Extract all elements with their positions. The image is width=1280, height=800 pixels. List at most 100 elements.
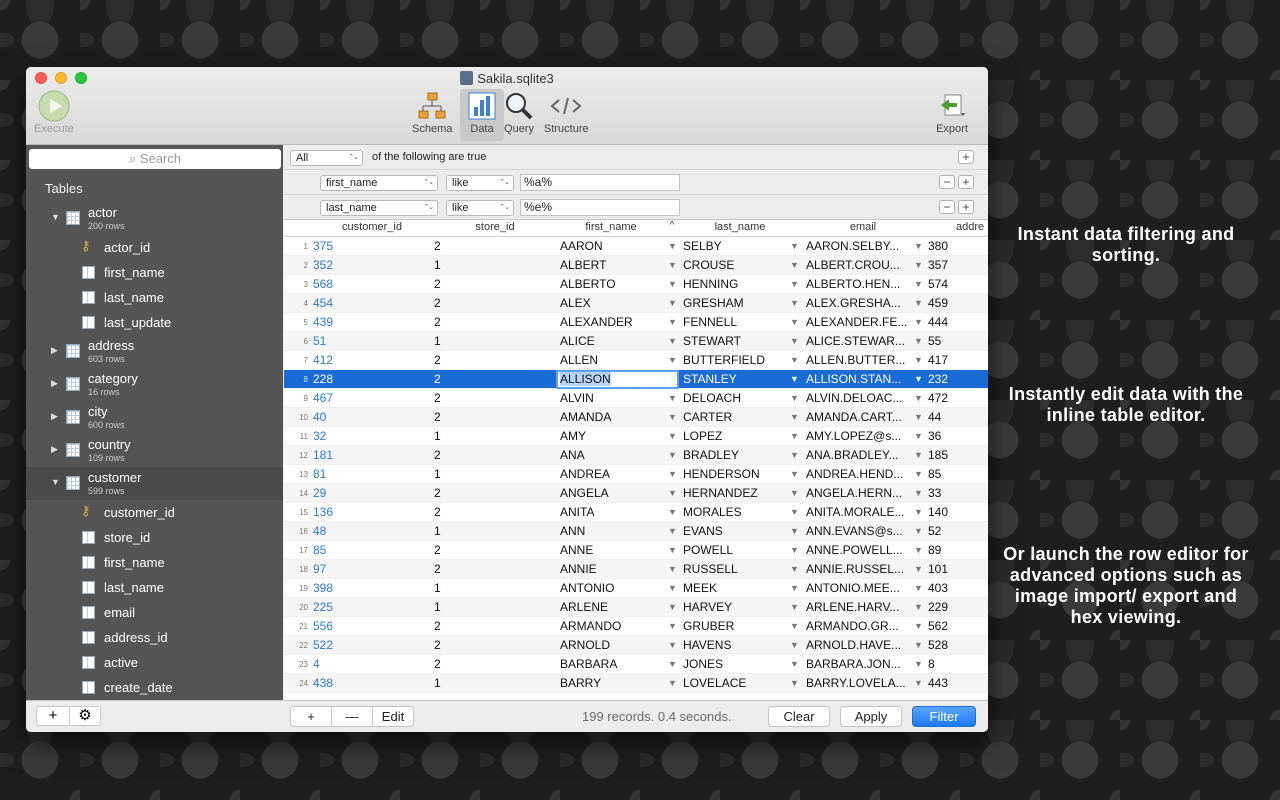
dropdown-arrow-icon[interactable]: ▼ [668, 621, 677, 631]
dropdown-arrow-icon[interactable]: ▼ [668, 412, 677, 422]
cell-first-name[interactable]: ALBERT [560, 258, 670, 272]
cell-address-id[interactable]: 44 [928, 410, 941, 424]
table-row[interactable]: 24 438 1 BARRY ▼ LOVELACE ▼ BARRY.LOVELA... ▼ 443 [284, 674, 988, 693]
disclosure-down-icon[interactable]: ▼ [51, 212, 60, 222]
dropdown-arrow-icon[interactable]: ▼ [914, 298, 923, 308]
dropdown-arrow-icon[interactable]: ▼ [668, 659, 677, 669]
cell-first-name[interactable]: ALICE [560, 334, 670, 348]
cell-store-id[interactable]: 1 [434, 334, 441, 348]
dropdown-arrow-icon[interactable]: ▼ [668, 488, 677, 498]
table-row[interactable]: 17 85 2 ANNE ▼ POWELL ▼ ANNE.POWELL... ▼ 89 [284, 541, 988, 560]
cell-last-name[interactable]: JONES [683, 657, 795, 671]
table-row[interactable]: 15 136 2 ANITA ▼ MORALES ▼ ANITA.MORALE... ▼ 140 [284, 503, 988, 522]
dropdown-arrow-icon[interactable]: ▼ [914, 564, 923, 574]
dropdown-arrow-icon[interactable]: ▼ [790, 640, 799, 650]
cell-email[interactable]: AARON.SELBY... [806, 239, 914, 253]
sidebar-table-customer[interactable]: ▼ customer 599 rows [26, 467, 283, 500]
dropdown-arrow-icon[interactable]: ▼ [914, 450, 923, 460]
cell-customer-id[interactable]: 568 [313, 277, 333, 291]
cell-customer-id[interactable]: 48 [313, 524, 326, 538]
cell-first-name[interactable]: ANNIE [560, 562, 670, 576]
disclosure-down-icon[interactable]: ▼ [51, 477, 60, 487]
column-header-customer-id[interactable]: customer_id [313, 221, 431, 233]
cell-customer-id[interactable]: 228 [313, 372, 333, 386]
cell-store-id[interactable]: 2 [434, 410, 441, 424]
cell-address-id[interactable]: 55 [928, 334, 941, 348]
table-row[interactable]: 10 40 2 AMANDA ▼ CARTER ▼ AMANDA.CART... ▼ 44 [284, 408, 988, 427]
dropdown-arrow-icon[interactable]: ▼ [914, 545, 923, 555]
sidebar-column[interactable]: last_name [26, 575, 283, 600]
table-row[interactable]: 13 81 1 ANDREA ▼ HENDERSON ▼ ANDREA.HEND... ▼ 85 [284, 465, 988, 484]
cell-email[interactable]: ALLEN.BUTTER... [806, 353, 914, 367]
schema-tab-button[interactable]: Schema [412, 89, 452, 135]
cell-first-name[interactable]: BARBARA [560, 657, 670, 671]
cell-address-id[interactable]: 528 [928, 638, 948, 652]
cell-address-id[interactable]: 443 [928, 676, 948, 690]
cell-address-id[interactable]: 380 [928, 239, 948, 253]
cell-first-name[interactable]: ARMANDO [560, 619, 670, 633]
sidebar-column[interactable]: create_date [26, 675, 283, 700]
table-row[interactable]: 18 97 2 ANNIE ▼ RUSSELL ▼ ANNIE.RUSSEL... ▼ 101 [284, 560, 988, 579]
sidebar-column[interactable]: store_id [26, 525, 283, 550]
table-row[interactable]: 20 225 1 ARLENE ▼ HARVEY ▼ ARLENE.HARV... ▼ 229 [284, 598, 988, 617]
cell-store-id[interactable]: 2 [434, 638, 441, 652]
dropdown-arrow-icon[interactable]: ▼ [790, 526, 799, 536]
structure-tab-button[interactable]: Structure [544, 89, 589, 135]
dropdown-arrow-icon[interactable]: ▼ [668, 298, 677, 308]
table-row[interactable]: 16 48 1 ANN ▼ EVANS ▼ ANN.EVANS@s... ▼ 52 [284, 522, 988, 541]
cell-store-id[interactable]: 2 [434, 296, 441, 310]
dropdown-arrow-icon[interactable]: ▼ [914, 621, 923, 631]
cell-customer-id[interactable]: 352 [313, 258, 333, 272]
execute-button[interactable]: Execute [34, 89, 74, 135]
cell-email[interactable]: ANTONIO.MEE... [806, 581, 914, 595]
add-rule-button[interactable]: + [958, 200, 974, 214]
column-header-last-name[interactable]: last_name [679, 221, 801, 233]
column-header-email[interactable]: email [802, 221, 924, 233]
cell-store-id[interactable]: 2 [434, 448, 441, 462]
dropdown-arrow-icon[interactable]: ▼ [668, 640, 677, 650]
cell-address-id[interactable]: 574 [928, 277, 948, 291]
disclosure-right-icon[interactable]: ▶ [51, 345, 58, 356]
dropdown-arrow-icon[interactable]: ▼ [790, 317, 799, 327]
remove-row-button[interactable]: — [331, 706, 373, 727]
clear-button[interactable]: Clear [768, 706, 830, 727]
cell-address-id[interactable]: 85 [928, 467, 941, 481]
dropdown-arrow-icon[interactable]: ▼ [790, 602, 799, 612]
cell-email[interactable]: ANGELA.HERN... [806, 486, 914, 500]
cell-email[interactable]: ALBERTO.HEN... [806, 277, 914, 291]
dropdown-arrow-icon[interactable]: ▼ [914, 355, 923, 365]
cell-last-name[interactable]: MORALES [683, 505, 795, 519]
dropdown-arrow-icon[interactable]: ▼ [790, 583, 799, 593]
cell-customer-id[interactable]: 438 [313, 676, 333, 690]
dropdown-arrow-icon[interactable]: ▼ [668, 241, 677, 251]
table-row[interactable]: 6 51 1 ALICE ▼ STEWART ▼ ALICE.STEWAR... ▼ 55 [284, 332, 988, 351]
dropdown-arrow-icon[interactable]: ▼ [790, 355, 799, 365]
cell-last-name[interactable]: HAVENS [683, 638, 795, 652]
cell-store-id[interactable]: 2 [434, 505, 441, 519]
cell-address-id[interactable]: 36 [928, 429, 941, 443]
cell-email[interactable]: ALEX.GRESHA... [806, 296, 914, 310]
cell-last-name[interactable]: HENNING [683, 277, 795, 291]
cell-customer-id[interactable]: 439 [313, 315, 333, 329]
dropdown-arrow-icon[interactable]: ▼ [790, 450, 799, 460]
sidebar-table-address[interactable]: ▶ address 603 rows [26, 335, 283, 368]
cell-address-id[interactable]: 8 [928, 657, 935, 671]
cell-store-id[interactable]: 2 [434, 543, 441, 557]
table-row[interactable]: 11 32 1 AMY ▼ LOPEZ ▼ AMY.LOPEZ@s... ▼ 36 [284, 427, 988, 446]
cell-customer-id[interactable]: 4 [313, 657, 320, 671]
cell-email[interactable]: ANDREA.HEND... [806, 467, 914, 481]
dropdown-arrow-icon[interactable]: ▼ [668, 431, 677, 441]
cell-address-id[interactable]: 403 [928, 581, 948, 595]
dropdown-arrow-icon[interactable]: ▼ [790, 564, 799, 574]
inline-cell-editor[interactable]: ALLISON [556, 370, 679, 389]
rule-column-select[interactable]: first_name [320, 175, 438, 191]
add-rule-button[interactable]: + [958, 150, 974, 164]
rule-operator-select[interactable]: like [446, 175, 514, 191]
cell-store-id[interactable]: 2 [434, 562, 441, 576]
table-row[interactable]: 8 228 2 ALLISON ▼ STANLEY ▼ ALLISON.STAN... ▼ 232 [284, 370, 988, 389]
dropdown-arrow-icon[interactable]: ▼ [668, 279, 677, 289]
sidebar-table-category[interactable]: ▶ category 16 rows [26, 368, 283, 401]
cell-email[interactable]: ANA.BRADLEY... [806, 448, 914, 462]
cell-store-id[interactable]: 2 [434, 353, 441, 367]
dropdown-arrow-icon[interactable]: ▼ [914, 336, 923, 346]
